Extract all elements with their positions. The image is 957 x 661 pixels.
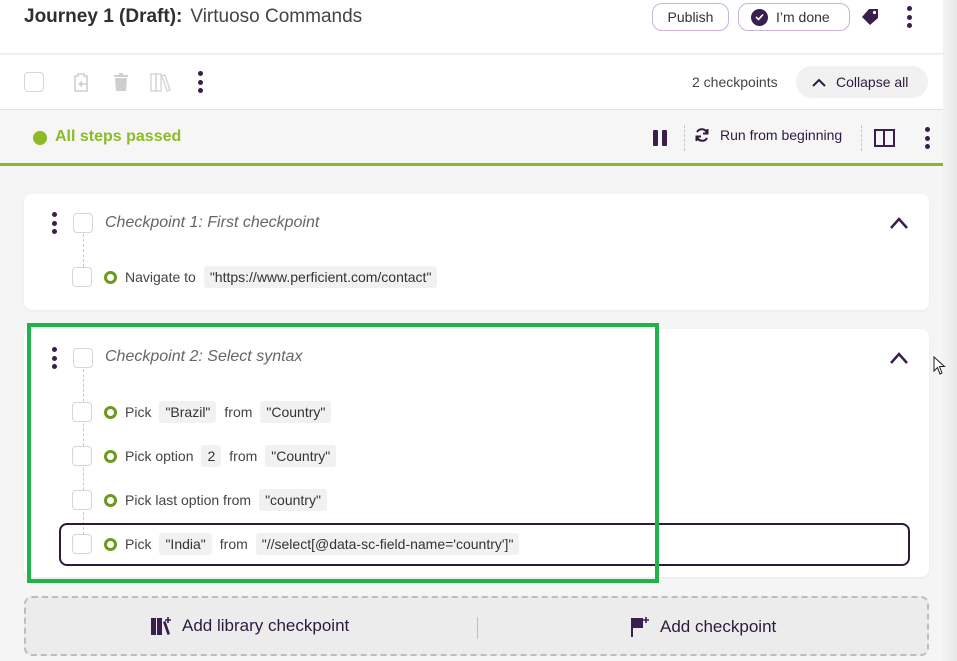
split-view-icon[interactable] bbox=[874, 129, 895, 147]
step-target: "Country" bbox=[265, 445, 337, 467]
add-checkpoint-label: Add checkpoint bbox=[660, 617, 777, 636]
scrollbar[interactable] bbox=[943, 0, 957, 661]
toolbar-kebab-menu-icon[interactable] bbox=[196, 71, 204, 93]
kebab-menu-icon[interactable] bbox=[905, 6, 913, 28]
step-passed-icon bbox=[104, 537, 117, 551]
step-connector bbox=[83, 234, 84, 267]
collapse-checkpoint-icon[interactable] bbox=[889, 351, 909, 365]
step-target: "country" bbox=[259, 489, 327, 511]
step-passed-icon bbox=[104, 405, 117, 419]
paste-icon[interactable] bbox=[70, 71, 92, 93]
im-done-button[interactable]: I’m done bbox=[738, 3, 850, 31]
test-step-selected[interactable]: Pick "India" from "//select[@data-sc-fie… bbox=[72, 533, 520, 555]
library-add-icon bbox=[151, 617, 171, 635]
checkpoint-checkbox[interactable] bbox=[73, 213, 93, 233]
step-action: Pick last option from bbox=[125, 492, 252, 508]
checkpoint-kebab-menu-icon[interactable] bbox=[50, 212, 58, 234]
divider bbox=[477, 617, 478, 639]
step-action: Pick bbox=[125, 404, 152, 420]
journey-name: Journey 1 (Draft): bbox=[24, 6, 183, 27]
step-checkbox[interactable] bbox=[72, 534, 92, 554]
test-step[interactable]: Pick "Brazil" from "Country" bbox=[72, 401, 332, 423]
run-from-beginning-label: Run from beginning bbox=[720, 127, 843, 143]
step-keyword: from bbox=[229, 448, 258, 464]
checkpoint-title[interactable]: Checkpoint 2: Select syntax bbox=[105, 348, 302, 366]
page-title: Journey 1 (Draft): Virtuoso Commands bbox=[24, 6, 362, 28]
status-kebab-menu-icon[interactable] bbox=[923, 127, 931, 149]
divider bbox=[861, 125, 862, 151]
checkpoint-kebab-menu-icon[interactable] bbox=[50, 347, 58, 369]
library-icon[interactable] bbox=[149, 71, 171, 93]
step-checkbox[interactable] bbox=[72, 490, 92, 510]
pause-icon[interactable] bbox=[653, 130, 667, 146]
step-checkbox[interactable] bbox=[72, 446, 92, 466]
checkpoint-card: Checkpoint 2: Select syntax Pick "Brazil… bbox=[24, 329, 929, 577]
step-argument: 2 bbox=[201, 445, 222, 467]
select-all-checkbox[interactable] bbox=[24, 72, 44, 92]
step-argument: "Brazil" bbox=[159, 401, 217, 423]
add-library-checkpoint-label: Add library checkpoint bbox=[182, 616, 350, 635]
checkpoints-count: 2 checkpoints bbox=[692, 74, 778, 90]
status-text: All steps passed bbox=[55, 128, 182, 145]
step-argument: "https://www.perficient.com/contact" bbox=[203, 266, 438, 288]
mouse-cursor-icon bbox=[933, 356, 946, 375]
flag-add-icon bbox=[631, 617, 649, 637]
step-target: "//select[@data-sc-field-name='country']… bbox=[255, 533, 520, 555]
step-action: Pick option bbox=[125, 448, 194, 464]
publish-button[interactable]: Publish bbox=[652, 3, 729, 31]
journey-goal: Virtuoso Commands bbox=[190, 6, 363, 27]
test-step[interactable]: Pick last option from "country" bbox=[72, 489, 327, 511]
step-action: Pick bbox=[125, 536, 152, 552]
publish-label: Publish bbox=[667, 9, 714, 25]
divider bbox=[684, 125, 685, 151]
checkpoint-checkbox[interactable] bbox=[73, 348, 93, 368]
execution-status-bar: All steps passed Run from beginning bbox=[0, 111, 943, 166]
step-keyword: from bbox=[219, 536, 248, 552]
step-checkbox[interactable] bbox=[72, 267, 92, 287]
check-circle-icon bbox=[751, 8, 768, 26]
step-keyword: from bbox=[224, 404, 253, 420]
add-checkpoint-bar: Add library checkpoint Add checkpoint bbox=[24, 596, 929, 656]
step-action: Navigate to bbox=[125, 269, 196, 285]
tag-icon[interactable] bbox=[860, 8, 880, 26]
test-step[interactable]: Navigate to "https://www.perficient.com/… bbox=[72, 266, 438, 288]
add-checkpoint-button[interactable]: Add checkpoint bbox=[630, 616, 776, 638]
checkpoint-title[interactable]: Checkpoint 1: First checkpoint bbox=[105, 214, 319, 232]
step-argument: "India" bbox=[159, 533, 212, 555]
step-target: "Country" bbox=[260, 401, 332, 423]
step-passed-icon bbox=[104, 449, 117, 463]
steps-toolbar: 2 checkpoints Collapse all bbox=[0, 55, 943, 110]
im-done-label: I’m done bbox=[776, 9, 830, 25]
journey-header: Journey 1 (Draft): Virtuoso Commands Publ… bbox=[0, 0, 943, 54]
step-passed-icon bbox=[104, 270, 117, 284]
step-checkbox[interactable] bbox=[72, 402, 92, 422]
trash-icon[interactable] bbox=[110, 71, 132, 93]
checkpoint-card: Checkpoint 1: First checkpoint Navigate … bbox=[24, 194, 929, 310]
run-from-beginning-button[interactable]: Run from beginning bbox=[694, 127, 842, 143]
collapse-checkpoint-icon[interactable] bbox=[889, 216, 909, 230]
test-step[interactable]: Pick option 2 from "Country" bbox=[72, 445, 337, 467]
collapse-all-label: Collapse all bbox=[836, 74, 909, 90]
chevron-up-icon bbox=[812, 78, 826, 87]
step-passed-icon bbox=[104, 493, 117, 507]
add-library-checkpoint-button[interactable]: Add library checkpoint bbox=[150, 616, 349, 636]
refresh-icon bbox=[695, 128, 709, 142]
status-passed-icon bbox=[33, 131, 47, 145]
collapse-all-button[interactable]: Collapse all bbox=[796, 66, 928, 98]
